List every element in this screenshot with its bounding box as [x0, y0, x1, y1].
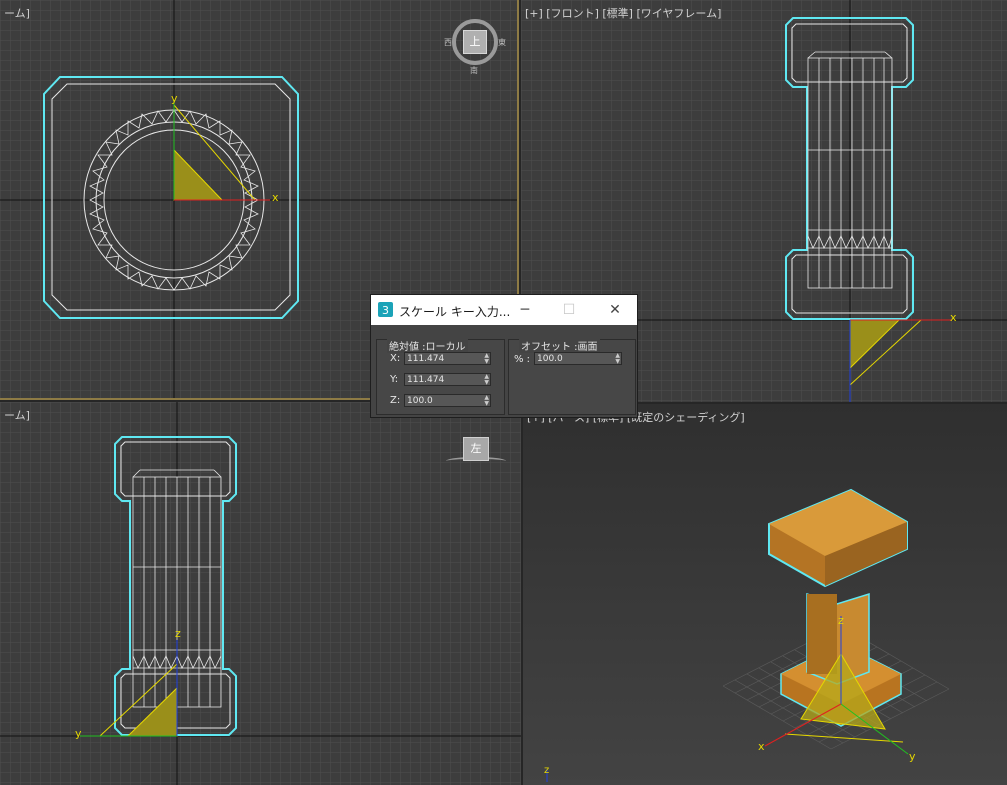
y-spinner[interactable]: 111.474 ▲ ▼	[404, 373, 491, 386]
viewport-perspective[interactable]: [+] [パース] [標準] [既定のシェーディング] z x y z	[523, 404, 1007, 785]
axis-y-label: y	[171, 92, 178, 105]
axis-z-label: z	[175, 627, 181, 640]
x-spinner-value: 111.474	[407, 354, 445, 364]
percent-spinner-value: 100.0	[537, 354, 563, 364]
y-spinner-value: 111.474	[407, 375, 445, 385]
spinner-arrows-icon[interactable]: ▲ ▼	[615, 353, 620, 365]
group-label: オフセット :画面	[519, 338, 600, 353]
z-spinner[interactable]: 100.0 ▲ ▼	[404, 394, 491, 407]
axis-z-label: z	[838, 614, 844, 627]
viewcube[interactable]: 上 西 東 南	[444, 17, 506, 75]
compass-east: 東	[498, 38, 506, 47]
3dsmax-app-icon: 3	[378, 302, 393, 317]
viewport-label[interactable]: [+] [フロント] [標準] [ワイヤフレーム]	[525, 5, 721, 21]
viewcube-left-face[interactable]: 左	[463, 437, 489, 461]
axis-y-label: y	[909, 750, 916, 763]
z-spinner-value: 100.0	[407, 396, 433, 406]
minimize-button[interactable]: ─	[511, 299, 539, 321]
compass-west: 西	[444, 38, 452, 47]
percent-label: % :	[514, 354, 531, 365]
x-spinner[interactable]: 111.474 ▲ ▼	[404, 352, 491, 365]
x-label: X:	[390, 353, 401, 364]
svg-text:3: 3	[382, 304, 389, 317]
dialog-title: スケール キー入力...	[399, 305, 511, 319]
scale-transform-type-in-dialog: 3 スケール キー入力... ─ ☐ ✕ 絶対値 :ローカル オフセット :画面…	[370, 294, 638, 418]
y-label: Y:	[390, 374, 399, 385]
offset-screen-group: オフセット :画面	[508, 338, 636, 415]
axis-y-label: y	[75, 727, 82, 740]
viewport-left[interactable]: ーム] z y 左	[0, 402, 521, 785]
viewport-label[interactable]: ーム]	[4, 5, 30, 21]
axis-z-label: z	[544, 765, 550, 776]
spinner-arrows-icon[interactable]: ▲ ▼	[484, 374, 489, 386]
axis-x-label: x	[758, 740, 765, 753]
group-label: 絶対値 :ローカル	[387, 338, 468, 353]
axis-x-label: x	[950, 311, 957, 324]
spinner-arrows-icon[interactable]: ▲ ▼	[484, 353, 489, 365]
close-button[interactable]: ✕	[601, 299, 629, 321]
viewport-perspective-canvas	[546, 488, 950, 782]
compass-south: 南	[470, 66, 478, 75]
axis-x-label: x	[272, 191, 279, 204]
viewcube[interactable]: 左	[446, 435, 508, 465]
z-label: Z:	[390, 395, 401, 406]
maximize-button[interactable]: ☐	[555, 299, 583, 321]
percent-spinner[interactable]: 100.0 ▲ ▼	[534, 352, 622, 365]
viewcube-top-face[interactable]: 上	[463, 30, 487, 54]
dialog-titlebar[interactable]: 3 スケール キー入力... ─ ☐ ✕	[371, 295, 637, 325]
viewport-label[interactable]: ーム]	[4, 407, 30, 423]
spinner-arrows-icon[interactable]: ▲ ▼	[484, 395, 489, 407]
